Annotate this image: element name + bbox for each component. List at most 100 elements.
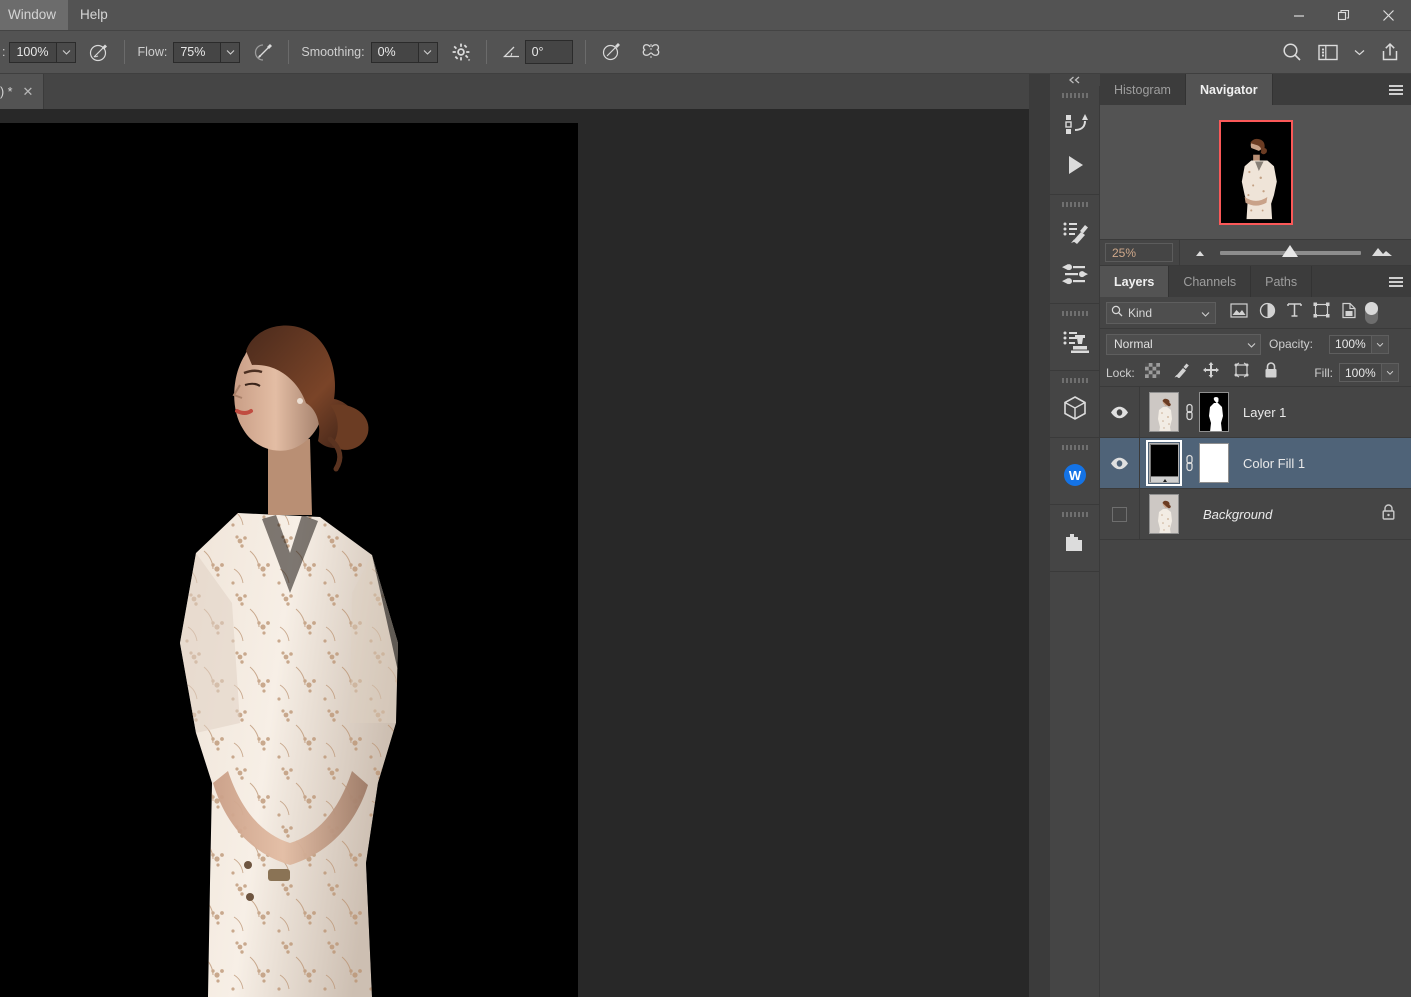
layer-visibility-toggle[interactable]	[1100, 438, 1140, 489]
3d-cube-icon[interactable]	[1050, 387, 1100, 429]
tab-paths[interactable]: Paths	[1251, 266, 1312, 297]
angle-input[interactable]: 0°	[525, 40, 573, 64]
table-row[interactable]: Layer 1	[1100, 387, 1411, 438]
filter-pixel-icon[interactable]	[1230, 303, 1248, 323]
tool-options-bar: : 100% Flow: 75%	[0, 30, 1411, 74]
lock-transparent-pixels-icon[interactable]	[1145, 363, 1160, 383]
workspace-layout-icon[interactable]	[1315, 39, 1341, 65]
navigator-zoom-knob[interactable]	[1282, 245, 1298, 257]
eye-icon	[1110, 457, 1129, 470]
layer-locked-icon	[1382, 504, 1395, 525]
layer-kind-select[interactable]: Kind	[1106, 302, 1216, 324]
canvas-document[interactable]	[0, 123, 578, 997]
layer-link-icon[interactable]	[1179, 454, 1199, 472]
smoothing-input[interactable]: 0%	[371, 42, 419, 63]
chevron-down-icon[interactable]	[1247, 337, 1256, 351]
layer-thumbnail[interactable]	[1149, 494, 1179, 534]
close-icon[interactable]: ✕	[23, 85, 34, 98]
navigator-preview[interactable]	[1100, 105, 1411, 239]
tab-channels[interactable]: Channels	[1169, 266, 1251, 297]
lock-position-icon[interactable]	[1203, 362, 1219, 383]
layer-opacity-stepper[interactable]	[1372, 335, 1389, 354]
menu-help[interactable]: Help	[68, 0, 120, 30]
photoshop-window: Window Help : 100%	[0, 0, 1411, 997]
navigator-zoom-input[interactable]: 25%	[1105, 243, 1173, 262]
lock-image-pixels-icon[interactable]	[1174, 362, 1189, 383]
minimize-button[interactable]	[1276, 0, 1321, 31]
navigator-thumbnail[interactable]	[1219, 120, 1293, 225]
layer-mask-thumbnail[interactable]	[1199, 443, 1229, 483]
tab-layers[interactable]: Layers	[1100, 266, 1169, 297]
symmetry-butterfly-icon[interactable]	[638, 39, 664, 65]
rail-grip[interactable]	[1062, 93, 1088, 98]
filter-type-icon[interactable]	[1287, 302, 1302, 323]
close-button[interactable]	[1366, 0, 1411, 31]
layer-opacity-input[interactable]: 100%	[1329, 335, 1372, 354]
panel-menu-icon[interactable]	[1389, 277, 1403, 287]
brush-presets-icon[interactable]	[1050, 211, 1100, 253]
flow-pressure-icon[interactable]	[250, 39, 276, 65]
chevron-down-icon[interactable]	[1201, 306, 1210, 320]
rail-grip[interactable]	[1062, 378, 1088, 383]
rail-grip[interactable]	[1062, 311, 1088, 316]
layer-name[interactable]: Background	[1203, 507, 1272, 522]
layer-fill-stepper[interactable]	[1382, 363, 1399, 382]
smoothing-label: Smoothing:	[301, 45, 364, 59]
layer-filter-icons	[1230, 302, 1357, 324]
search-icon[interactable]	[1279, 39, 1305, 65]
smoothing-stepper[interactable]	[419, 42, 438, 63]
options-separator-1	[124, 40, 125, 64]
filter-enable-toggle[interactable]	[1365, 302, 1378, 324]
layer-thumbnail[interactable]	[1149, 392, 1179, 432]
layer-thumbnail[interactable]	[1149, 443, 1179, 483]
brush-settings-icon[interactable]	[1050, 253, 1100, 295]
rail-grip[interactable]	[1062, 202, 1088, 207]
flow-input[interactable]: 75%	[173, 42, 221, 63]
filter-adjustment-icon[interactable]	[1259, 302, 1276, 324]
layers-filter-row: Kind	[1100, 297, 1411, 329]
table-row[interactable]: Background	[1100, 489, 1411, 540]
clone-source-icon[interactable]	[1050, 320, 1100, 362]
menu-window[interactable]: Window	[0, 0, 68, 30]
share-export-icon[interactable]	[1377, 39, 1403, 65]
chevron-down-icon[interactable]	[1351, 39, 1367, 65]
zoom-in-icon[interactable]	[1369, 243, 1399, 262]
table-row[interactable]: Color Fill 1	[1100, 438, 1411, 489]
plugins-icon[interactable]	[1050, 521, 1100, 563]
layer-visibility-toggle[interactable]	[1100, 489, 1140, 540]
opacity-stepper[interactable]	[57, 42, 76, 63]
layer-visibility-toggle[interactable]	[1100, 387, 1140, 438]
panel-menu-icon[interactable]	[1389, 85, 1403, 95]
blend-mode-select[interactable]: Normal	[1106, 334, 1261, 355]
filter-smart-object-icon[interactable]	[1341, 302, 1357, 324]
document-tab[interactable]: ) * ✕	[0, 74, 44, 109]
opacity-input[interactable]: 100%	[9, 42, 57, 63]
canvas-workspace[interactable]	[0, 109, 1029, 997]
play-action-icon[interactable]	[1050, 144, 1100, 186]
layer-name[interactable]: Color Fill 1	[1243, 456, 1305, 471]
tab-histogram[interactable]: Histogram	[1100, 74, 1186, 105]
navigator-zoom-slider[interactable]	[1220, 251, 1361, 255]
zoom-out-icon[interactable]	[1192, 244, 1212, 262]
filter-shape-icon[interactable]	[1313, 302, 1330, 323]
history-actions-icon[interactable]	[1050, 102, 1100, 144]
rail-grip[interactable]	[1062, 512, 1088, 517]
lock-all-icon[interactable]	[1264, 362, 1278, 384]
canvas-right-gutter	[1029, 74, 1050, 997]
collapse-panels-icon[interactable]	[1050, 74, 1100, 86]
rail-grip[interactable]	[1062, 445, 1088, 450]
layer-mask-thumbnail[interactable]	[1199, 392, 1229, 432]
layer-name[interactable]: Layer 1	[1243, 405, 1286, 420]
tablet-pressure-size-icon[interactable]	[598, 39, 624, 65]
gear-icon[interactable]	[448, 39, 474, 65]
rail-group-plugins	[1050, 505, 1099, 572]
lock-artboard-nesting-icon[interactable]	[1233, 362, 1250, 383]
flow-stepper[interactable]	[221, 42, 240, 63]
layer-fill-input[interactable]: 100%	[1339, 363, 1382, 382]
airbrush-icon[interactable]	[86, 39, 112, 65]
restore-button[interactable]	[1321, 0, 1366, 31]
w-badge-icon[interactable]: W	[1050, 454, 1100, 496]
layer-link-icon[interactable]	[1179, 403, 1199, 421]
navigator-footer: 25%	[1100, 239, 1411, 266]
tab-navigator[interactable]: Navigator	[1186, 74, 1273, 105]
